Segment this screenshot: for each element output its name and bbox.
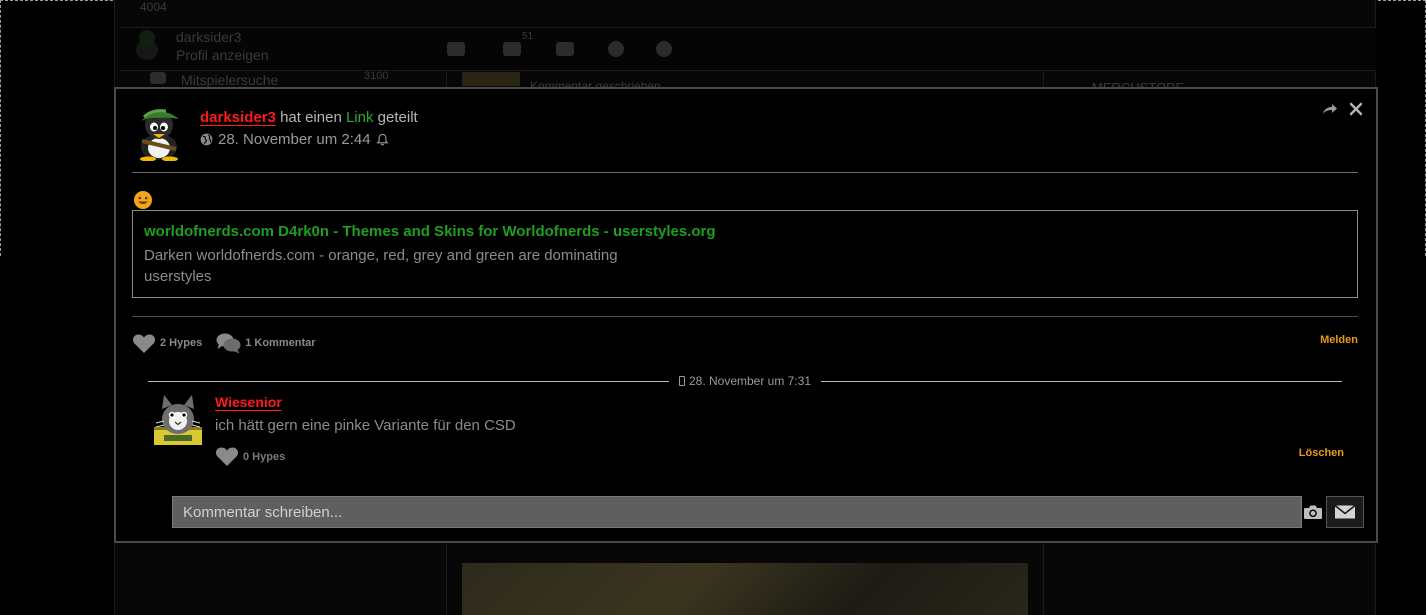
action-text-pre: hat einen: [280, 109, 342, 126]
comment-timestamp-divider: 28. November um 7:31: [148, 373, 1342, 389]
camera-icon: [1304, 505, 1322, 519]
user-avatar[interactable]: [130, 28, 164, 62]
comment-icon[interactable]: [216, 332, 241, 354]
comment-reactions: 0 Hypes: [215, 446, 285, 467]
comment-composer: [172, 496, 1364, 528]
link-preview-card[interactable]: worldofnerds.com D4rk0n - Themes and Ski…: [132, 210, 1358, 298]
friend-requests-icon[interactable]: [503, 42, 521, 56]
top-label: 4004: [140, 0, 167, 14]
hypes-count[interactable]: 2 Hypes: [160, 337, 202, 349]
bell-icon[interactable]: [375, 133, 389, 146]
upload-photo-button[interactable]: [1302, 496, 1324, 528]
comment-author-link[interactable]: Wiesenior: [215, 394, 282, 410]
comment-item: Wiesenior ich hätt gern eine pinke Varia…: [150, 391, 1344, 471]
content-divider: [132, 316, 1358, 317]
post-header: darksider3 hat einen Link geteilt 28. No…: [132, 105, 418, 165]
post-reactions: 2 Hypes 1 Kommentar: [132, 332, 316, 354]
report-button[interactable]: Melden: [1320, 334, 1358, 346]
delete-button[interactable]: Löschen: [1299, 447, 1344, 459]
link-preview-description: Darken worldofnerds.com - orange, red, g…: [144, 247, 618, 264]
share-icon[interactable]: [1322, 101, 1338, 117]
send-comment-button[interactable]: [1326, 496, 1364, 528]
post-timestamp[interactable]: 28. November um 2:44: [218, 131, 371, 148]
header-divider: [132, 172, 1358, 173]
heart-icon[interactable]: [132, 333, 156, 354]
heart-icon[interactable]: [215, 446, 239, 467]
comment-timestamp-row: 28. November um 7:31: [669, 374, 821, 388]
profile-link[interactable]: Profil anzeigen: [176, 47, 269, 63]
action-text-post: geteilt: [377, 109, 418, 126]
modal-actions: [1322, 101, 1364, 117]
comments-count[interactable]: 1 Kommentar: [245, 337, 315, 349]
feed-photo: [462, 563, 1028, 615]
close-icon[interactable]: [1348, 101, 1364, 117]
comment-timestamp: 28. November um 7:31: [688, 374, 812, 388]
feed-thumbnail: [462, 72, 520, 86]
messages-icon[interactable]: [556, 42, 574, 56]
comment-hypes-count[interactable]: 0 Hypes: [243, 451, 285, 463]
post-headline: darksider3 hat einen Link geteilt: [200, 109, 418, 126]
mail-icon: [1334, 504, 1356, 519]
smiley-emoji: [134, 191, 152, 209]
friends-icon[interactable]: [447, 42, 465, 56]
sidebar-item-icon: [150, 72, 166, 84]
notifications-icon[interactable]: [608, 41, 624, 57]
post-meta: darksider3 hat einen Link geteilt 28. No…: [200, 105, 418, 165]
post-modal: darksider3 hat einen Link geteilt 28. No…: [114, 87, 1378, 543]
sidebar-item-count: 3100: [364, 70, 389, 82]
sidebar-item-mitspielersuche[interactable]: Mitspielersuche: [181, 72, 278, 88]
comment-text: ich hätt gern eine pinke Variante für de…: [215, 417, 516, 434]
post-author-link[interactable]: darksider3: [200, 109, 276, 126]
friend-requests-count: 51: [522, 31, 534, 42]
link-preview-title[interactable]: worldofnerds.com D4rk0n - Themes and Ski…: [144, 223, 1346, 240]
post-timestamp-row: 28. November um 2:44: [200, 131, 418, 148]
phone-icon: [678, 376, 685, 386]
comment-input[interactable]: [172, 496, 1302, 528]
divider-line-right: [821, 380, 1342, 382]
divider-line-left: [148, 380, 669, 382]
user-name[interactable]: darksider3: [176, 29, 241, 45]
globe-nav-icon[interactable]: [656, 41, 672, 57]
commenter-avatar[interactable]: [150, 391, 206, 447]
globe-icon: [200, 133, 213, 146]
author-avatar[interactable]: [132, 105, 186, 161]
top-navbar: [120, 27, 1376, 71]
action-link[interactable]: Link: [346, 109, 374, 126]
link-preview-source: userstyles: [144, 268, 212, 285]
